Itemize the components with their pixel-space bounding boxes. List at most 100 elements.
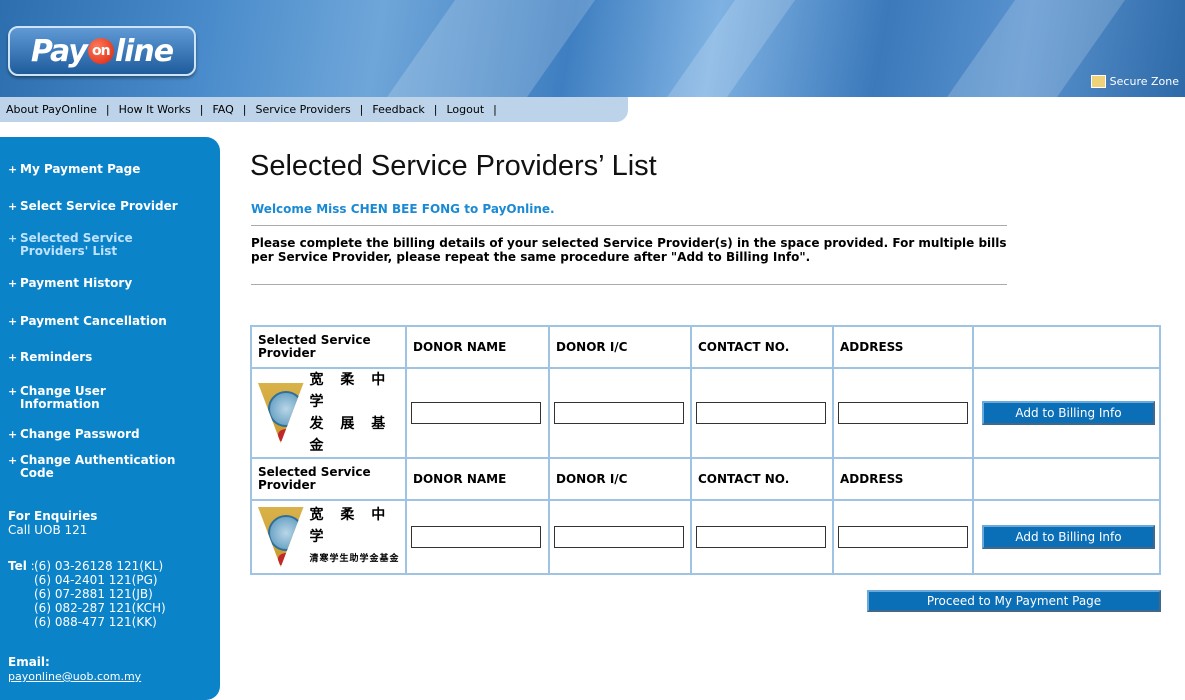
nav-about[interactable]: About PayOnline xyxy=(6,103,97,116)
header-donor-ic: DONOR I/C xyxy=(548,325,692,369)
divider xyxy=(251,284,1007,285)
tel-label-row: Tel : xyxy=(8,559,35,573)
contact-no-input[interactable] xyxy=(696,526,826,548)
donor-name-input[interactable] xyxy=(411,526,541,548)
donor-name-input[interactable] xyxy=(411,402,541,424)
tel-numbers: (6) 03-26128 121(KL) (6) 04-2401 121(PG)… xyxy=(34,559,166,629)
top-navigation: About PayOnline | How It Works | FAQ | Serv… xyxy=(0,97,628,122)
address-input[interactable] xyxy=(838,526,968,548)
welcome-message: Welcome Miss CHEN BEE FONG to PayOnline. xyxy=(251,202,555,216)
provider-name-bottom: 清寒学生助学金基金 xyxy=(309,554,400,564)
header-provider: Selected Service Provider xyxy=(250,325,407,369)
secure-zone: Secure Zone xyxy=(1090,75,1179,88)
add-to-billing-info-button[interactable]: Add to Billing Info xyxy=(982,401,1155,425)
sidebar-item-label: Selected Service Providers' List xyxy=(20,231,133,258)
sidebar-item-label: Change Password xyxy=(20,427,140,441)
service-provider-table: Selected Service Provider DONOR NAME DON… xyxy=(250,325,1161,575)
nav-separator: | xyxy=(199,103,204,116)
sidebar-item-label: Change User Information xyxy=(20,384,106,411)
tel-number: (6) 04-2401 121(PG) xyxy=(34,573,158,587)
nav-logout[interactable]: Logout xyxy=(447,103,485,116)
donor-ic-input[interactable] xyxy=(554,526,684,548)
tel-number: (6) 088-477 121(KK) xyxy=(34,615,157,629)
sidebar-item-payment-history[interactable]: + Payment History xyxy=(8,276,213,291)
sidebar-item-label: My Payment Page xyxy=(20,162,141,176)
sidebar-item-label: Payment History xyxy=(20,276,133,290)
logo-text-on: on xyxy=(87,38,114,64)
header-empty xyxy=(972,457,1161,501)
nav-separator: | xyxy=(433,103,438,116)
sidebar-item-change-authentication-code[interactable]: + Change Authentication Code xyxy=(8,454,193,480)
sidebar-item-label: Select Service Provider xyxy=(20,199,178,213)
banner-decoration xyxy=(650,0,810,97)
nav-separator: | xyxy=(359,103,364,116)
enquiries-block: For Enquiries Call UOB 121 xyxy=(8,509,97,537)
plus-icon: + xyxy=(8,428,18,441)
provider-logo-text: 宽 柔 中 学 清寒学生助学金基金 xyxy=(310,504,402,570)
table-header-row: Selected Service Provider DONOR NAME DON… xyxy=(250,325,1161,369)
sidebar-item-label: Reminders xyxy=(20,350,93,364)
header-address: ADDRESS xyxy=(832,325,974,369)
divider xyxy=(251,225,1007,226)
payonline-logo[interactable]: Pay on line xyxy=(8,26,196,76)
logo-text-line: line xyxy=(114,33,174,69)
provider-logo-text: 宽 柔 中 学 发 展 基 金 xyxy=(310,369,402,457)
tel-number: (6) 07-2881 121(JB) xyxy=(34,587,153,601)
sidebar-item-selected-service-providers-list[interactable]: + Selected Service Providers' List xyxy=(8,232,158,258)
sidebar-item-label: Payment Cancellation xyxy=(20,314,167,328)
tel-label: Tel xyxy=(8,559,27,573)
email-link[interactable]: payonline@uob.com.my xyxy=(8,670,141,683)
nav-faq[interactable]: FAQ xyxy=(212,103,233,116)
enquiries-line: Call UOB 121 xyxy=(8,523,88,537)
add-to-billing-info-button[interactable]: Add to Billing Info xyxy=(982,525,1155,549)
instructions-text: Please complete the billing details of y… xyxy=(251,236,1007,264)
provider-logo-cell: 宽 柔 中 学 发 展 基 金 xyxy=(250,367,407,459)
proceed-to-payment-page-button[interactable]: Proceed to My Payment Page xyxy=(867,590,1161,612)
tel-number: (6) 082-287 121(KCH) xyxy=(34,601,166,615)
header-address: ADDRESS xyxy=(832,457,974,501)
address-input[interactable] xyxy=(838,402,968,424)
plus-icon: + xyxy=(8,454,18,467)
header-provider: Selected Service Provider xyxy=(250,457,407,501)
email-label: Email: xyxy=(8,655,50,669)
plus-icon: + xyxy=(8,232,18,245)
sidebar-item-my-payment-page[interactable]: + My Payment Page xyxy=(8,162,213,177)
sidebar: + My Payment Page + Select Service Provide… xyxy=(0,137,220,700)
tel-number: (6) 03-26128 121(KL) xyxy=(34,559,164,573)
school-crest-icon xyxy=(258,383,304,443)
provider-logo-cell: 宽 柔 中 学 清寒学生助学金基金 xyxy=(250,499,407,575)
table-header-row: Selected Service Provider DONOR NAME DON… xyxy=(250,457,1161,501)
provider-name-bottom: 发 展 基 金 xyxy=(309,416,392,454)
sidebar-item-label: Change Authentication Code xyxy=(20,453,176,480)
plus-icon: + xyxy=(8,163,18,176)
plus-icon: + xyxy=(8,277,18,290)
plus-icon: + xyxy=(8,385,18,398)
donor-ic-input[interactable] xyxy=(554,402,684,424)
header-donor-ic: DONOR I/C xyxy=(548,457,692,501)
provider-name-top: 宽 柔 中 学 xyxy=(309,507,392,545)
header-contact: CONTACT NO. xyxy=(690,457,834,501)
secure-lock-icon xyxy=(1090,75,1106,88)
sidebar-item-change-password[interactable]: + Change Password xyxy=(8,427,213,442)
nav-service-providers[interactable]: Service Providers xyxy=(256,103,351,116)
nav-feedback[interactable]: Feedback xyxy=(372,103,424,116)
plus-icon: + xyxy=(8,315,18,328)
banner-decoration xyxy=(370,0,610,97)
header-donor-name: DONOR NAME xyxy=(405,457,550,501)
secure-zone-label: Secure Zone xyxy=(1109,75,1179,88)
table-row: 宽 柔 中 学 清寒学生助学金基金 Add to Billing Info xyxy=(250,499,1161,575)
nav-how-it-works[interactable]: How It Works xyxy=(119,103,191,116)
page-title: Selected Service Providers’ List xyxy=(250,150,657,182)
enquiries-title: For Enquiries xyxy=(8,509,98,523)
provider-name-top: 宽 柔 中 学 xyxy=(309,372,392,410)
header-donor-name: DONOR NAME xyxy=(405,325,550,369)
nav-separator: | xyxy=(105,103,110,116)
header-empty xyxy=(972,325,1161,369)
sidebar-item-select-service-provider[interactable]: + Select Service Provider xyxy=(8,199,213,214)
sidebar-item-payment-cancellation[interactable]: + Payment Cancellation xyxy=(8,314,213,329)
plus-icon: + xyxy=(8,351,18,364)
sidebar-item-reminders[interactable]: + Reminders xyxy=(8,350,213,365)
sidebar-item-change-user-information[interactable]: + Change User Information xyxy=(8,385,138,411)
table-row: 宽 柔 中 学 发 展 基 金 Add to Billing Info xyxy=(250,367,1161,459)
contact-no-input[interactable] xyxy=(696,402,826,424)
